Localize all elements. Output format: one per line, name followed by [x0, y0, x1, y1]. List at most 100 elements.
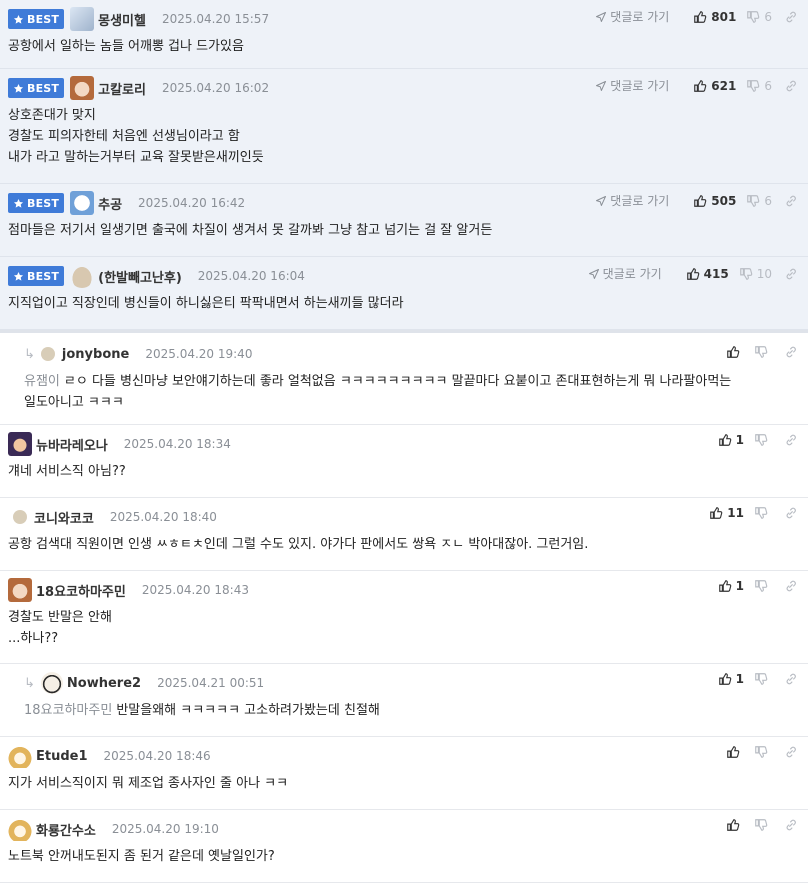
goto-comment-link[interactable]: 댓글로 가기: [588, 265, 662, 282]
thumb-up-icon: [709, 506, 723, 520]
comment-item: 코니와코코 2025.04.20 18:40 11 공항 검색대 직원이면 인생…: [0, 498, 808, 571]
mention-link[interactable]: 유잼이: [24, 374, 60, 389]
best-label: BEST: [27, 81, 60, 95]
copy-link-button[interactable]: [784, 506, 798, 520]
downvote-count: 6: [764, 78, 772, 93]
nickname[interactable]: 고칼로리: [98, 79, 146, 98]
nickname[interactable]: 뉴바라레오나: [36, 435, 108, 454]
upvote-count: 415: [703, 266, 729, 281]
thumb-up-icon: [726, 818, 740, 832]
goto-comment-link[interactable]: 댓글로 가기: [595, 8, 669, 25]
upvote-button[interactable]: 1: [718, 672, 744, 686]
downvote-button[interactable]: [754, 745, 772, 759]
mention-link[interactable]: 18요코하마주민: [24, 703, 112, 718]
best-label: BEST: [27, 12, 60, 26]
upvote-button[interactable]: 1: [718, 433, 744, 447]
reply-item: ↳ Nowhere2 2025.04.21 00:51 1 18요코하마주민 반말…: [0, 664, 808, 737]
timestamp: 2025.04.20 18:34: [123, 437, 231, 451]
downvote-button[interactable]: [754, 672, 772, 686]
goto-comment-link[interactable]: 댓글로 가기: [595, 77, 669, 94]
goto-comment-link[interactable]: 댓글로 가기: [595, 192, 669, 209]
avatar[interactable]: [8, 744, 32, 768]
downvote-button[interactable]: 6: [746, 10, 772, 24]
upvote-button[interactable]: 11: [709, 506, 744, 520]
thumb-down-icon: [746, 79, 760, 93]
copy-link-button[interactable]: [784, 345, 798, 359]
nickname[interactable]: 몽생미헬: [98, 10, 146, 29]
thumb-down-icon: [739, 267, 753, 281]
upvote-button[interactable]: 415: [686, 267, 729, 281]
star-icon: [13, 83, 24, 94]
timestamp: 2025.04.20 19:40: [145, 347, 253, 361]
thumb-down-icon: [754, 745, 768, 759]
timestamp: 2025.04.20 18:43: [141, 583, 249, 597]
copy-link-button[interactable]: [784, 267, 798, 281]
best-label: BEST: [27, 196, 60, 210]
downvote-count: 10: [756, 266, 772, 281]
thumb-up-icon: [718, 433, 732, 447]
avatar[interactable]: [13, 510, 27, 524]
upvote-count: 1: [735, 672, 744, 686]
thumb-down-icon: [754, 818, 768, 832]
link-icon: [784, 506, 798, 520]
send-icon: [588, 268, 600, 280]
upvote-button[interactable]: [726, 745, 744, 759]
downvote-button[interactable]: [754, 433, 772, 447]
nickname[interactable]: 추공: [98, 194, 122, 213]
avatar[interactable]: [70, 264, 95, 288]
avatar[interactable]: [40, 347, 55, 361]
avatar[interactable]: [70, 7, 95, 31]
avatar[interactable]: [40, 672, 63, 694]
copy-link-button[interactable]: [784, 818, 798, 832]
downvote-button[interactable]: [754, 818, 772, 832]
comment-item: BEST 몽생미헬 2025.04.20 15:57 댓글로 가기 801 6 …: [0, 0, 808, 69]
copy-link-button[interactable]: [784, 672, 798, 686]
goto-label: 댓글로 가기: [610, 79, 670, 93]
avatar[interactable]: [70, 76, 95, 100]
copy-link-button[interactable]: [784, 194, 798, 208]
comment-text: 노트북 안꺼내도된지 좀 된거 같은데 옛날일인가?: [8, 849, 275, 864]
thumb-up-icon: [718, 579, 732, 593]
downvote-button[interactable]: 6: [746, 79, 772, 93]
upvote-button[interactable]: [726, 818, 744, 832]
avatar[interactable]: [8, 578, 32, 602]
upvote-count: 505: [711, 193, 737, 208]
copy-link-button[interactable]: [784, 10, 798, 24]
downvote-button[interactable]: [754, 506, 772, 520]
link-icon: [784, 579, 798, 593]
copy-link-button[interactable]: [784, 745, 798, 759]
star-icon: [13, 14, 24, 25]
nickname[interactable]: 화룡간수소: [36, 820, 96, 839]
nickname[interactable]: 18요코하마주민: [36, 581, 126, 600]
avatar[interactable]: [70, 191, 95, 215]
copy-link-button[interactable]: [784, 433, 798, 447]
avatar[interactable]: [8, 432, 32, 456]
copy-link-button[interactable]: [784, 79, 798, 93]
link-icon: [784, 745, 798, 759]
upvote-button[interactable]: 505: [693, 194, 736, 208]
timestamp: 2025.04.20 18:40: [109, 510, 217, 524]
thumb-down-icon: [754, 433, 768, 447]
downvote-button[interactable]: [754, 579, 772, 593]
reply-item: ↳ jonybone 2025.04.20 19:40 유잼이 ㄹㅇ 다들 병신마…: [0, 330, 808, 425]
nickname[interactable]: jonybone: [62, 347, 129, 362]
nickname[interactable]: Etude1: [36, 749, 88, 764]
upvote-button[interactable]: [726, 345, 744, 359]
link-icon: [784, 672, 798, 686]
nickname[interactable]: Nowhere2: [67, 676, 141, 691]
downvote-button[interactable]: [754, 345, 772, 359]
upvote-button[interactable]: 1: [718, 579, 744, 593]
upvote-button[interactable]: 801: [693, 10, 736, 24]
nickname[interactable]: 코니와코코: [34, 508, 94, 527]
link-icon: [784, 10, 798, 24]
nickname[interactable]: (한발빼고난후): [98, 267, 182, 286]
send-icon: [595, 11, 607, 23]
downvote-button[interactable]: 6: [746, 194, 772, 208]
star-icon: [13, 198, 24, 209]
avatar[interactable]: [8, 817, 32, 841]
comment-list: BEST 몽생미헬 2025.04.20 15:57 댓글로 가기 801 6 …: [0, 0, 808, 883]
copy-link-button[interactable]: [784, 579, 798, 593]
comment-item: 18요코하마주민 2025.04.20 18:43 1 경찰도 반말은 안해 .…: [0, 571, 808, 664]
downvote-button[interactable]: 10: [739, 267, 772, 281]
upvote-button[interactable]: 621: [693, 79, 736, 93]
